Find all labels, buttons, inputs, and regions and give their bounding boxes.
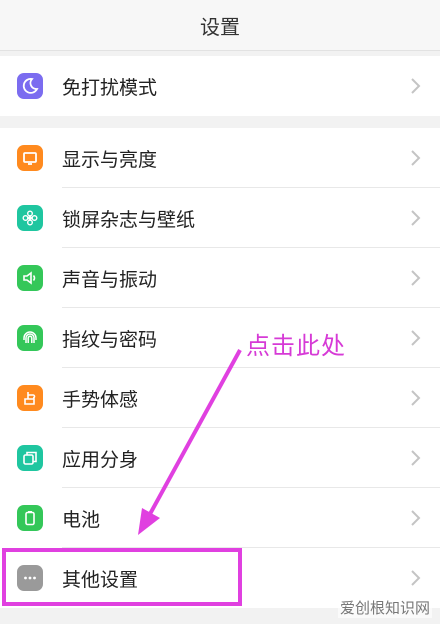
watermark: 爱创根知识网 — [337, 597, 432, 618]
highlight-box — [2, 548, 242, 606]
annotation-arrow-icon — [138, 349, 242, 535]
